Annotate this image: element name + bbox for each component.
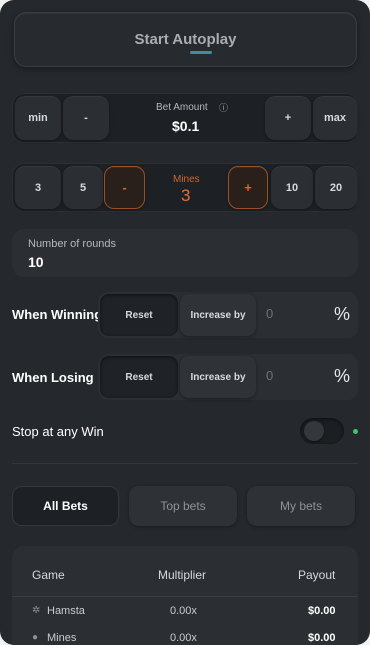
mines-quick-20[interactable]: 20 bbox=[315, 166, 357, 209]
when-winning-unit: % bbox=[334, 304, 351, 324]
when-losing-value[interactable]: 0 bbox=[266, 368, 273, 383]
mines-increase-button[interactable]: + bbox=[228, 166, 268, 209]
when-winning-reset[interactable]: Reset bbox=[100, 294, 178, 336]
mines-row: 3 5 - Mines 3 + 10 20 bbox=[12, 163, 358, 212]
bet-amount-value[interactable]: $0.1 bbox=[172, 118, 199, 134]
mines-quick-3[interactable]: 3 bbox=[15, 166, 61, 209]
hamster-icon: ✲ bbox=[32, 605, 41, 616]
start-autoplay-label: Start Autoplay bbox=[134, 31, 237, 48]
tab-all-bets[interactable]: All Bets bbox=[12, 486, 119, 526]
bet-decrease-button[interactable]: - bbox=[63, 96, 109, 140]
row-game: Hamsta bbox=[47, 605, 85, 617]
mines-label: Mines bbox=[173, 174, 200, 185]
mines-quick-10[interactable]: 10 bbox=[271, 166, 313, 209]
tab-top-bets[interactable]: Top bets bbox=[129, 486, 237, 526]
rounds-label: Number of rounds bbox=[28, 238, 117, 250]
start-autoplay-underline bbox=[190, 51, 212, 54]
start-autoplay-button[interactable]: Start Autoplay bbox=[14, 12, 357, 67]
row-multiplier: 0.00x bbox=[170, 605, 197, 617]
info-icon[interactable]: ⓘ bbox=[219, 101, 228, 114]
stop-at-win-toggle[interactable] bbox=[300, 418, 344, 444]
when-winning-increase[interactable]: Increase by bbox=[180, 294, 256, 336]
divider bbox=[12, 463, 358, 464]
bets-table: Game Multiplier Payout ✲ Hamsta 0.00x $0… bbox=[12, 546, 358, 645]
table-header-multiplier: Multiplier bbox=[158, 568, 207, 582]
rounds-field[interactable]: Number of rounds 10 bbox=[12, 229, 358, 277]
bet-amount-label: Bet Amount bbox=[156, 102, 208, 113]
mines-decrease-button[interactable]: - bbox=[104, 166, 145, 209]
when-losing-increase[interactable]: Increase by bbox=[180, 356, 256, 398]
tab-my-bets[interactable]: My bets bbox=[247, 486, 355, 526]
when-losing-unit: % bbox=[334, 366, 351, 386]
when-losing-control: Reset Increase by 0 % bbox=[98, 354, 358, 400]
table-header-divider bbox=[12, 596, 358, 597]
bet-min-button[interactable]: min bbox=[15, 96, 61, 140]
row-payout: $0.00 bbox=[308, 632, 336, 644]
when-winning-control: Reset Increase by 0 % bbox=[98, 292, 358, 338]
bet-max-button[interactable]: max bbox=[313, 96, 357, 140]
rounds-value[interactable]: 10 bbox=[28, 254, 44, 270]
bet-increase-button[interactable]: + bbox=[265, 96, 311, 140]
bet-amount-row: min - Bet Amount ⓘ $0.1 + max bbox=[12, 93, 358, 143]
status-dot-icon bbox=[353, 429, 358, 434]
toggle-knob bbox=[304, 421, 324, 441]
when-losing-reset[interactable]: Reset bbox=[100, 356, 178, 398]
row-payout: $0.00 bbox=[308, 605, 336, 617]
table-header-game: Game bbox=[32, 568, 65, 582]
stop-at-win-label: Stop at any Win bbox=[12, 424, 104, 439]
table-header-payout: Payout bbox=[298, 568, 336, 582]
mines-value[interactable]: 3 bbox=[181, 186, 190, 206]
when-winning-value[interactable]: 0 bbox=[266, 306, 273, 321]
row-multiplier: 0.00x bbox=[170, 632, 197, 644]
when-losing-label: When Losing bbox=[12, 370, 94, 385]
row-game: Mines bbox=[47, 632, 77, 644]
mine-icon: ● bbox=[32, 632, 39, 643]
when-winning-label: When Winning bbox=[12, 307, 103, 322]
mines-quick-5[interactable]: 5 bbox=[63, 166, 103, 209]
autoplay-panel: Start Autoplay min - Bet Amount ⓘ $0.1 +… bbox=[0, 0, 370, 645]
